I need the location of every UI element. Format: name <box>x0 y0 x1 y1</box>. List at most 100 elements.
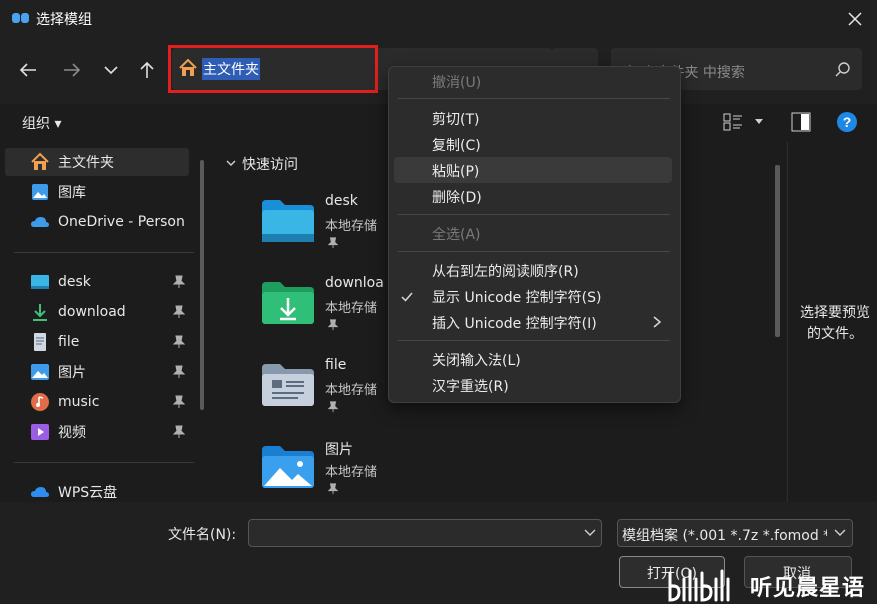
menu-item-delete[interactable]: 删除(D) <box>432 187 482 207</box>
home-icon <box>30 152 50 172</box>
menu-item-select-all[interactable]: 全选(A) <box>432 224 481 244</box>
preview-pane-icon[interactable] <box>791 112 811 132</box>
tile-location: 本地存储 <box>325 465 378 480</box>
pin-icon <box>172 395 186 408</box>
chevron-down-icon[interactable] <box>225 157 237 169</box>
music-icon <box>30 392 50 412</box>
sidebar-item-label: file <box>58 334 80 350</box>
menu-separator <box>398 214 670 215</box>
forward-button[interactable] <box>58 56 86 84</box>
desktop-folder-icon <box>262 200 314 242</box>
menu-item-show-unicode[interactable]: 显示 Unicode 控制字符(S) <box>432 287 601 307</box>
sidebar-item-label: download <box>58 304 126 320</box>
quick-access-header[interactable]: 快速访问 <box>242 154 298 174</box>
pin-icon <box>327 237 339 249</box>
arrow-left-icon <box>19 63 36 77</box>
filename-input[interactable] <box>248 519 602 547</box>
title-bar <box>0 0 877 38</box>
sidebar-item-home[interactable]: 主文件夹 <box>30 148 114 176</box>
tile-desk[interactable]: desk 本地存储 <box>256 188 386 254</box>
document-folder-icon <box>262 364 314 406</box>
menu-item-reconvert[interactable]: 汉字重选(R) <box>432 376 509 396</box>
tile-download[interactable]: downloa 本地存储 <box>256 270 388 336</box>
file-type-value: 模组档案 (*.001 *.7z *.fomod * <box>622 528 827 544</box>
address-highlight-box <box>168 45 378 93</box>
sidebar-item-label: 主文件夹 <box>58 155 114 171</box>
menu-item-rtl-reading[interactable]: 从右到左的阅读顺序(R) <box>432 261 579 281</box>
tile-name: downloa <box>325 275 384 291</box>
svg-text:?: ? <box>843 114 852 130</box>
checkmark-icon <box>401 292 413 302</box>
tile-name: 图片 <box>325 442 353 458</box>
sidebar-scrollbar[interactable] <box>200 160 204 410</box>
chevron-down-icon <box>104 66 118 75</box>
tile-location: 本地存储 <box>325 383 378 398</box>
menu-item-cut[interactable]: 剪切(T) <box>432 109 479 129</box>
sidebar-item-label: 图库 <box>58 185 86 201</box>
arrow-right-icon <box>64 63 81 77</box>
sidebar-divider <box>14 252 194 253</box>
back-button[interactable] <box>14 56 42 84</box>
pin-icon <box>172 425 186 438</box>
caret-down-icon[interactable] <box>754 118 764 126</box>
tile-pictures[interactable]: 图片 本地存储 <box>256 434 386 500</box>
sidebar-item-file[interactable]: file <box>30 328 79 356</box>
search-icon[interactable] <box>835 61 851 77</box>
sidebar-item-video[interactable]: 视频 <box>30 418 86 446</box>
sidebar-item-music[interactable]: music <box>30 388 99 416</box>
menu-item-copy[interactable]: 复制(C) <box>432 135 481 155</box>
sidebar-item-label: 视频 <box>58 425 86 441</box>
pictures-folder-icon <box>262 446 314 488</box>
content-scrollbar[interactable] <box>775 165 780 337</box>
download-icon <box>30 302 50 322</box>
tile-name: file <box>325 357 347 373</box>
download-folder-icon <box>262 282 314 324</box>
tile-file[interactable]: file 本地存储 <box>256 352 386 418</box>
desktop-icon <box>30 272 50 292</box>
app-icon <box>12 13 29 23</box>
recent-locations-button[interactable] <box>97 56 125 84</box>
organize-button[interactable]: 组织 ▾ <box>22 113 61 133</box>
sidebar-divider <box>14 462 194 463</box>
preview-message-line: 选择要预览 <box>800 305 870 321</box>
document-icon <box>30 332 50 352</box>
menu-item-undo[interactable]: 撤消(U) <box>432 72 481 92</box>
pin-icon <box>327 401 339 413</box>
preview-message-line: 的文件。 <box>807 326 863 342</box>
pin-icon <box>327 483 339 495</box>
sidebar-item-label: desk <box>58 274 91 290</box>
pin-icon <box>172 275 186 288</box>
sidebar-item-onedrive[interactable]: OneDrive - Person <box>30 208 185 236</box>
preview-message: 选择要预览 的文件。 <box>792 303 877 345</box>
video-icon <box>30 422 50 442</box>
sidebar-item-label: 图片 <box>58 365 86 381</box>
sidebar-item-label: music <box>58 394 100 410</box>
pin-icon <box>172 335 186 348</box>
pictures-icon <box>30 362 50 382</box>
menu-item-insert-unicode[interactable]: 插入 Unicode 控制字符(I) <box>432 313 597 333</box>
tile-location: 本地存储 <box>325 301 378 316</box>
menu-separator <box>398 98 670 99</box>
close-button[interactable] <box>842 6 868 32</box>
menu-item-close-ime[interactable]: 关闭输入法(L) <box>432 350 521 370</box>
pin-icon <box>327 319 339 331</box>
view-options-icon[interactable] <box>723 113 743 131</box>
gallery-icon <box>30 182 50 202</box>
chevron-down-icon[interactable] <box>834 529 846 537</box>
sidebar-item-label: OneDrive - Person <box>58 214 185 230</box>
pin-icon <box>172 305 186 318</box>
chevron-down-icon[interactable] <box>584 529 596 537</box>
tile-location: 本地存储 <box>325 219 378 234</box>
close-icon <box>848 12 862 26</box>
sidebar-item-gallery[interactable]: 图库 <box>30 178 86 206</box>
wps-cloud-icon <box>30 482 50 502</box>
sidebar-item-label: WPS云盘 <box>58 485 118 501</box>
filename-label: 文件名(N): <box>168 527 237 543</box>
sidebar-item-desk[interactable]: desk <box>30 268 91 296</box>
chevron-right-icon <box>653 316 662 328</box>
sidebar-item-pictures[interactable]: 图片 <box>30 358 86 386</box>
help-icon[interactable]: ? <box>836 111 858 133</box>
sidebar-item-download[interactable]: download <box>30 298 126 326</box>
up-button[interactable] <box>133 56 161 84</box>
menu-item-paste[interactable]: 粘贴(P) <box>432 161 479 181</box>
